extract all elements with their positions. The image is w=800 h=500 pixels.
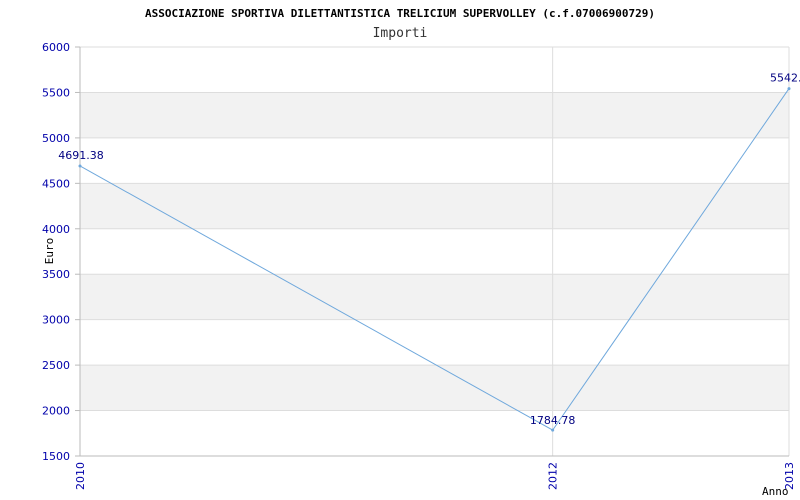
data-point — [78, 164, 82, 168]
x-tick-label: 2010 — [74, 462, 87, 490]
plot-band — [80, 319, 789, 366]
y-axis-label: Euro — [43, 238, 56, 265]
chart-subtitle: Importi — [373, 26, 428, 41]
y-tick-label: 2500 — [42, 359, 70, 372]
y-tick-label: 4000 — [42, 223, 70, 236]
data-point — [787, 87, 791, 91]
y-tick-label: 5500 — [42, 86, 70, 99]
x-axis-label: Anno — [762, 485, 789, 498]
plot-band — [80, 228, 789, 275]
y-tick-label: 3500 — [42, 268, 70, 281]
plot-band — [80, 365, 789, 411]
y-tick-label: 3000 — [42, 314, 70, 327]
y-tick-label: 2000 — [42, 405, 70, 418]
data-label: 1784.78 — [530, 414, 576, 427]
plot-band — [80, 92, 789, 138]
y-tick-label: 5000 — [42, 132, 70, 145]
plot-band — [80, 410, 789, 456]
y-tick-label: 1500 — [42, 450, 70, 463]
plot-background-bands — [80, 47, 789, 456]
plot-band — [80, 137, 789, 184]
y-tick-label: 4500 — [42, 177, 70, 190]
plot-band — [80, 274, 789, 320]
plot-band — [80, 47, 789, 93]
x-tick-labels: 2010 2012 2013 — [74, 462, 796, 490]
plot-band — [80, 183, 789, 229]
line-chart: 1500 2000 2500 3000 3500 4000 4500 5000 5500 6000… — [42, 7, 800, 498]
data-label: 5542.5 — [770, 72, 800, 85]
x-tick-label: 2012 — [547, 462, 560, 490]
y-tick-label: 6000 — [42, 41, 70, 54]
data-point — [551, 428, 555, 432]
data-label: 4691.38 — [58, 149, 104, 162]
chart-title: ASSOCIAZIONE SPORTIVA DILETTANTISTICA TR… — [145, 7, 655, 20]
